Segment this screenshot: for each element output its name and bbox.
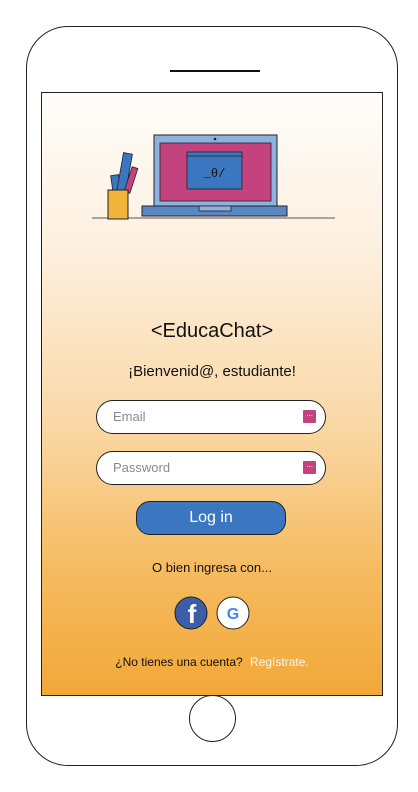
- password-field[interactable]: Password ···: [96, 451, 326, 485]
- google-icon[interactable]: G: [216, 596, 250, 630]
- login-button[interactable]: Log in: [136, 501, 286, 535]
- alt-login-prompt: O bien ingresa con...: [152, 560, 272, 575]
- google-glyph: G: [227, 606, 239, 623]
- laptop-screen-text: _θ/: [203, 167, 226, 181]
- login-screen: _θ/ <EducaChat> ¡Bienvenid@, estudiante!…: [41, 92, 383, 696]
- facebook-glyph: f: [188, 599, 197, 629]
- phone-speaker: [170, 70, 260, 72]
- no-account-text: ¿No tienes una cuenta?: [115, 655, 243, 669]
- laptop-illustration: _θ/: [92, 134, 335, 220]
- email-field[interactable]: Email ···: [96, 400, 326, 434]
- app-title: <EducaChat>: [150, 320, 274, 342]
- laptop-icon: _θ/: [141, 134, 288, 217]
- password-field-action-icon[interactable]: ···: [303, 461, 316, 474]
- pencil-cup-icon: [107, 152, 139, 220]
- register-link[interactable]: Regístrate.: [250, 655, 309, 669]
- home-button[interactable]: [189, 695, 236, 742]
- register-row: ¿No tienes una cuenta? Regístrate.: [42, 655, 382, 669]
- email-field-action-icon[interactable]: ···: [303, 410, 316, 423]
- welcome-text: ¡Bienvenid@, estudiante!: [128, 363, 296, 380]
- facebook-icon[interactable]: f: [174, 596, 208, 630]
- password-placeholder: Password: [113, 460, 171, 475]
- email-placeholder: Email: [113, 409, 146, 424]
